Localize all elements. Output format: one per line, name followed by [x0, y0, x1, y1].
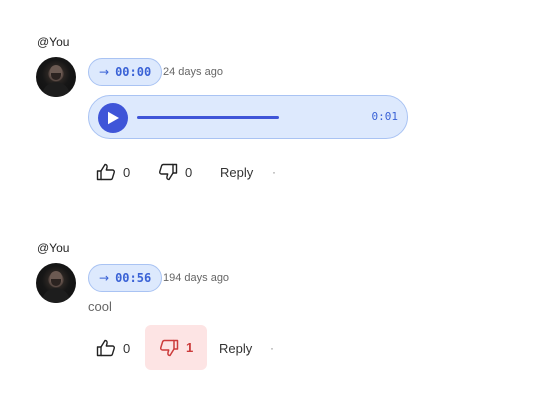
dislike-button[interactable]: 1: [145, 325, 208, 370]
comment-actions: 0 1 Reply ·: [0, 325, 553, 370]
thumbs-up-icon: [96, 339, 115, 357]
like-count: 0: [123, 164, 131, 180]
comments-page: @You → 00:00 24 days ago 0:01 0 0 Reply …: [0, 0, 553, 413]
reply-button[interactable]: Reply: [220, 165, 253, 180]
play-icon: [108, 111, 119, 125]
dislike-count: 1: [186, 340, 194, 355]
comment-username[interactable]: @You: [37, 241, 69, 255]
timestamp-label: 00:00: [115, 65, 152, 79]
timestamp-link[interactable]: → 00:56: [88, 264, 163, 292]
timestamp-link[interactable]: → 00:00: [88, 58, 163, 86]
separator-dot: ·: [272, 165, 276, 179]
thumbs-up-icon: [96, 163, 115, 181]
play-button[interactable]: [98, 103, 128, 133]
avatar[interactable]: [36, 263, 76, 303]
like-button[interactable]: 0: [96, 330, 130, 366]
arrow-right-icon: →: [99, 271, 110, 285]
comment-age: 194 days ago: [163, 272, 230, 284]
dislike-count: 0: [185, 164, 193, 180]
arrow-right-icon: →: [99, 65, 110, 79]
comment-actions: 0 0 Reply ·: [0, 152, 553, 192]
comment-age: 24 days ago: [163, 66, 223, 78]
reply-button[interactable]: Reply: [219, 341, 252, 356]
audio-progress-bar[interactable]: [137, 116, 279, 119]
separator-dot: ·: [270, 341, 274, 355]
dislike-button[interactable]: 0: [158, 154, 192, 190]
comment-username[interactable]: @You: [37, 35, 69, 49]
like-count: 0: [123, 340, 131, 356]
like-button[interactable]: 0: [96, 154, 130, 190]
audio-player: 0:01: [88, 95, 408, 139]
thumbs-down-icon: [159, 339, 179, 356]
thumbs-down-icon: [159, 163, 178, 181]
audio-duration: 0:01: [371, 110, 399, 123]
comment-text: cool: [88, 299, 112, 314]
timestamp-label: 00:56: [115, 271, 152, 285]
avatar[interactable]: [36, 57, 76, 97]
